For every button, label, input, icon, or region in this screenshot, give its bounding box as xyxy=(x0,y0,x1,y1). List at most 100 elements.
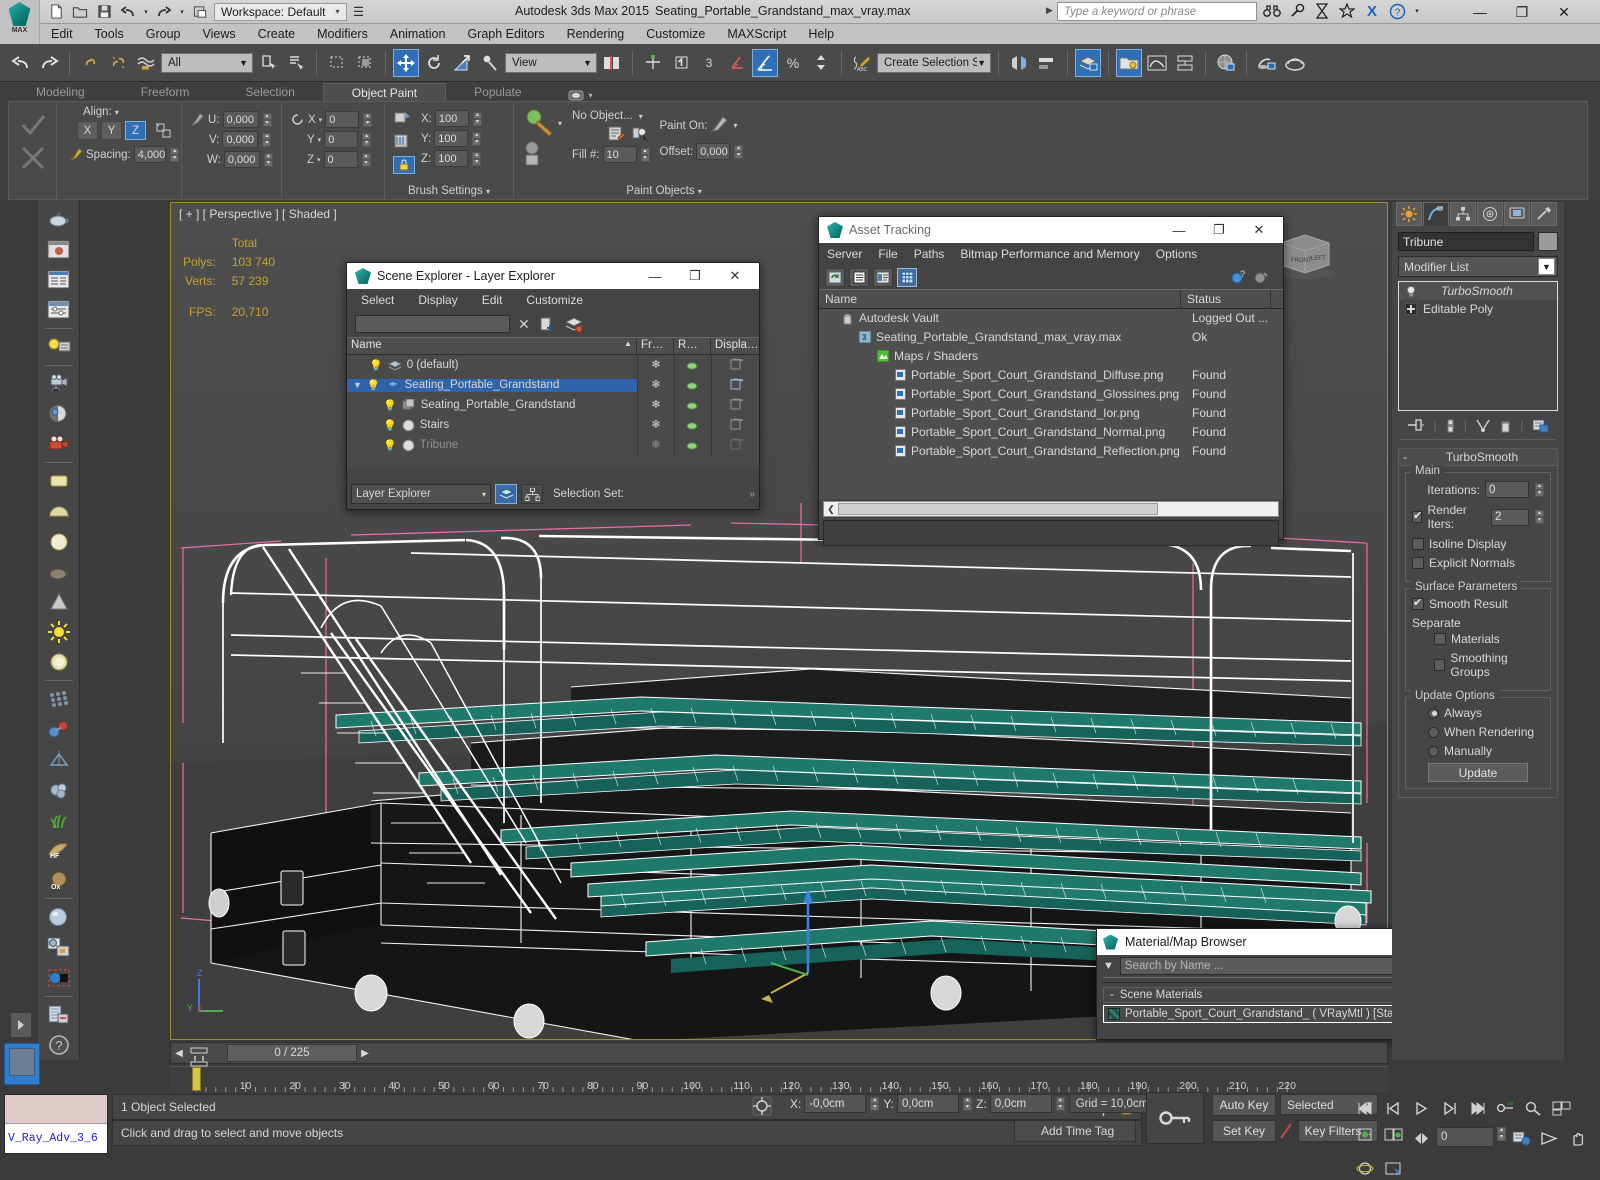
undo-dropdown-icon[interactable]: ▾ xyxy=(141,2,151,22)
select-and-manipulate-icon[interactable] xyxy=(640,49,666,77)
table-row[interactable]: 💡 Tribune ❄ xyxy=(347,435,759,455)
scale-y-input[interactable]: 100 xyxy=(434,130,469,147)
toggle-scene-explorer-icon[interactable] xyxy=(1075,48,1101,77)
asset-tracking-minimize-button[interactable]: — xyxy=(1159,218,1199,242)
selection-set-expander-icon[interactable]: » xyxy=(749,489,755,500)
table-row[interactable] xyxy=(819,460,1283,480)
clear-search-icon[interactable]: ✕ xyxy=(518,316,530,333)
coord-x-input[interactable]: -0,0cm xyxy=(804,1094,867,1113)
spacing-input[interactable]: 4,000 xyxy=(133,146,167,163)
undo-icon[interactable] xyxy=(117,2,139,22)
rot-y-spinner[interactable]: ▴ ▾ xyxy=(362,132,372,147)
light-lister-icon[interactable] xyxy=(43,332,75,362)
current-frame-input[interactable]: 0 xyxy=(1436,1127,1494,1147)
menu-item-modifiers[interactable]: Modifiers xyxy=(306,25,379,43)
at-col-name[interactable]: Name xyxy=(819,290,1181,308)
scale-random-icon[interactable] xyxy=(393,110,415,127)
table-row[interactable]: Portable_Sport_Court_Grandstand_Reflecti… xyxy=(819,441,1283,461)
list-view-icon[interactable] xyxy=(849,267,869,287)
menu-item-maxscript[interactable]: MAXScript xyxy=(716,25,797,43)
table-row[interactable]: Portable_Sport_Court_Grandstand_Glossine… xyxy=(819,384,1283,404)
pan-icon[interactable] xyxy=(1564,1126,1590,1150)
at-menu-bitmap-performance[interactable]: Bitmap Performance and Memory xyxy=(960,247,1139,261)
hierarchy-tab[interactable] xyxy=(1450,202,1476,226)
display-cell-icon[interactable] xyxy=(711,415,759,435)
scale-x-input[interactable]: 100 xyxy=(434,110,469,127)
scatter-v-input[interactable]: 0,000 xyxy=(222,131,259,148)
render-frame-icon[interactable] xyxy=(43,234,75,264)
show-end-result-icon[interactable] xyxy=(1445,419,1456,433)
grass-icon[interactable] xyxy=(43,805,75,835)
rot-z-input[interactable]: 0 xyxy=(323,151,358,168)
schematic-view-icon[interactable] xyxy=(1172,49,1198,77)
snap-toggle-icon[interactable] xyxy=(668,49,694,77)
select-object-icon[interactable] xyxy=(255,49,281,77)
collapse-sign[interactable]: - xyxy=(1110,989,1114,1001)
chevron-down-icon[interactable]: ▾ xyxy=(558,119,562,128)
time-slider-handle[interactable] xyxy=(192,1067,201,1091)
chevron-down-icon[interactable]: ▾ xyxy=(639,112,643,121)
select-and-scale-icon[interactable] xyxy=(449,49,475,77)
iterations-spinner[interactable]: ▴ ▾ xyxy=(1535,482,1544,497)
coord-x-spinner[interactable]: ▴ ▾ xyxy=(870,1096,880,1111)
scatter-u-spinner[interactable]: ▴ ▾ xyxy=(262,112,272,127)
freeze-cell-icon[interactable]: ❄ xyxy=(637,355,674,375)
at-menu-file[interactable]: File xyxy=(878,247,897,261)
camera-icon[interactable] xyxy=(43,369,75,399)
mirror-icon[interactable] xyxy=(1006,49,1032,77)
viewport-panel-expand-button[interactable] xyxy=(10,1012,32,1038)
help-icon[interactable]: ? xyxy=(1388,2,1406,20)
table-row[interactable]: ▼ 💡 Seating_Portable_Grandstand ❄ xyxy=(347,375,759,395)
coord-z-spinner[interactable]: ▴ ▾ xyxy=(1055,1096,1065,1111)
prev-frame-icon[interactable] xyxy=(1380,1096,1406,1120)
max-logo[interactable]: MAX xyxy=(0,0,40,44)
se-col-freeze[interactable]: Fr… xyxy=(637,338,674,354)
help-left-icon[interactable]: ? xyxy=(43,1030,75,1060)
at-menu-server[interactable]: Server xyxy=(827,247,862,261)
scale-distribution-icon[interactable] xyxy=(393,133,415,150)
script-icon[interactable] xyxy=(43,1000,75,1030)
ribbon-tab-freeform[interactable]: Freeform xyxy=(113,83,218,102)
scale-z-spinner[interactable]: ▴ ▾ xyxy=(472,151,482,166)
table-row[interactable]: 3 Seating_Portable_Grandstand_max_vray.m… xyxy=(819,327,1283,347)
hair-fur-icon[interactable]: HF xyxy=(43,835,75,865)
filter-dropdown-icon[interactable]: ▼ xyxy=(1103,960,1114,972)
separate-smoothing-groups-checkbox[interactable] xyxy=(1434,659,1446,671)
se-menu-edit[interactable]: Edit xyxy=(482,293,503,307)
refresh-icon[interactable] xyxy=(825,267,845,287)
smooth-result-checkbox[interactable] xyxy=(1412,596,1424,610)
table-row[interactable] xyxy=(819,479,1283,499)
track-bar[interactable]: ◀ 0 / 225 ▶ xyxy=(170,1042,1388,1064)
undo-toolbar-icon[interactable] xyxy=(8,49,34,77)
fill-spinner[interactable]: ▴ ▾ xyxy=(640,147,650,162)
new-layer-icon[interactable] xyxy=(538,316,556,333)
separate-materials-checkbox[interactable] xyxy=(1434,633,1446,645)
rot-x-input[interactable]: 0 xyxy=(325,111,360,128)
add-time-tag-button[interactable]: Add Time Tag xyxy=(1014,1120,1136,1142)
material-editor-toolbar-icon[interactable] xyxy=(1213,49,1239,77)
paint-brush-big-icon[interactable]: ▾ xyxy=(522,108,562,138)
save-file-icon[interactable] xyxy=(93,2,115,22)
modifier-stack[interactable]: TurboSmooth Editable Poly xyxy=(1398,281,1558,411)
display-cell-icon[interactable] xyxy=(711,435,759,455)
isoline-display-checkbox[interactable] xyxy=(1412,538,1424,550)
display-tab[interactable] xyxy=(1504,202,1530,226)
fill-input[interactable]: 10 xyxy=(602,146,637,163)
scale-z-input[interactable]: 100 xyxy=(434,150,469,167)
axis-button-y[interactable]: Y xyxy=(101,121,122,140)
detail-view-icon[interactable] xyxy=(873,267,893,287)
dome-primitive-icon[interactable] xyxy=(43,496,75,526)
scale-x-spinner[interactable]: ▴ ▾ xyxy=(472,111,482,126)
mini-listener[interactable]: V_Ray_Adv_3_6 xyxy=(4,1094,108,1154)
rot-y-dropdown-icon[interactable]: ▾ xyxy=(318,136,322,144)
rot-x-dropdown-icon[interactable]: ▾ xyxy=(319,116,323,124)
scene-explorer-titlebar[interactable]: Scene Explorer - Layer Explorer — ❐ ✕ xyxy=(347,263,759,289)
grid-view-icon[interactable] xyxy=(897,267,917,287)
display-cell-icon[interactable] xyxy=(711,395,759,415)
play-icon[interactable] xyxy=(1408,1096,1434,1120)
render-cell-icon[interactable] xyxy=(674,355,711,375)
se-col-display[interactable]: Displa… xyxy=(711,338,759,354)
update-when-rendering-radio[interactable] xyxy=(1428,726,1439,738)
redo-dropdown-icon[interactable]: ▾ xyxy=(177,2,187,22)
viewport-label[interactable]: [ + ] [ Perspective ] [ Shaded ] xyxy=(179,207,337,221)
